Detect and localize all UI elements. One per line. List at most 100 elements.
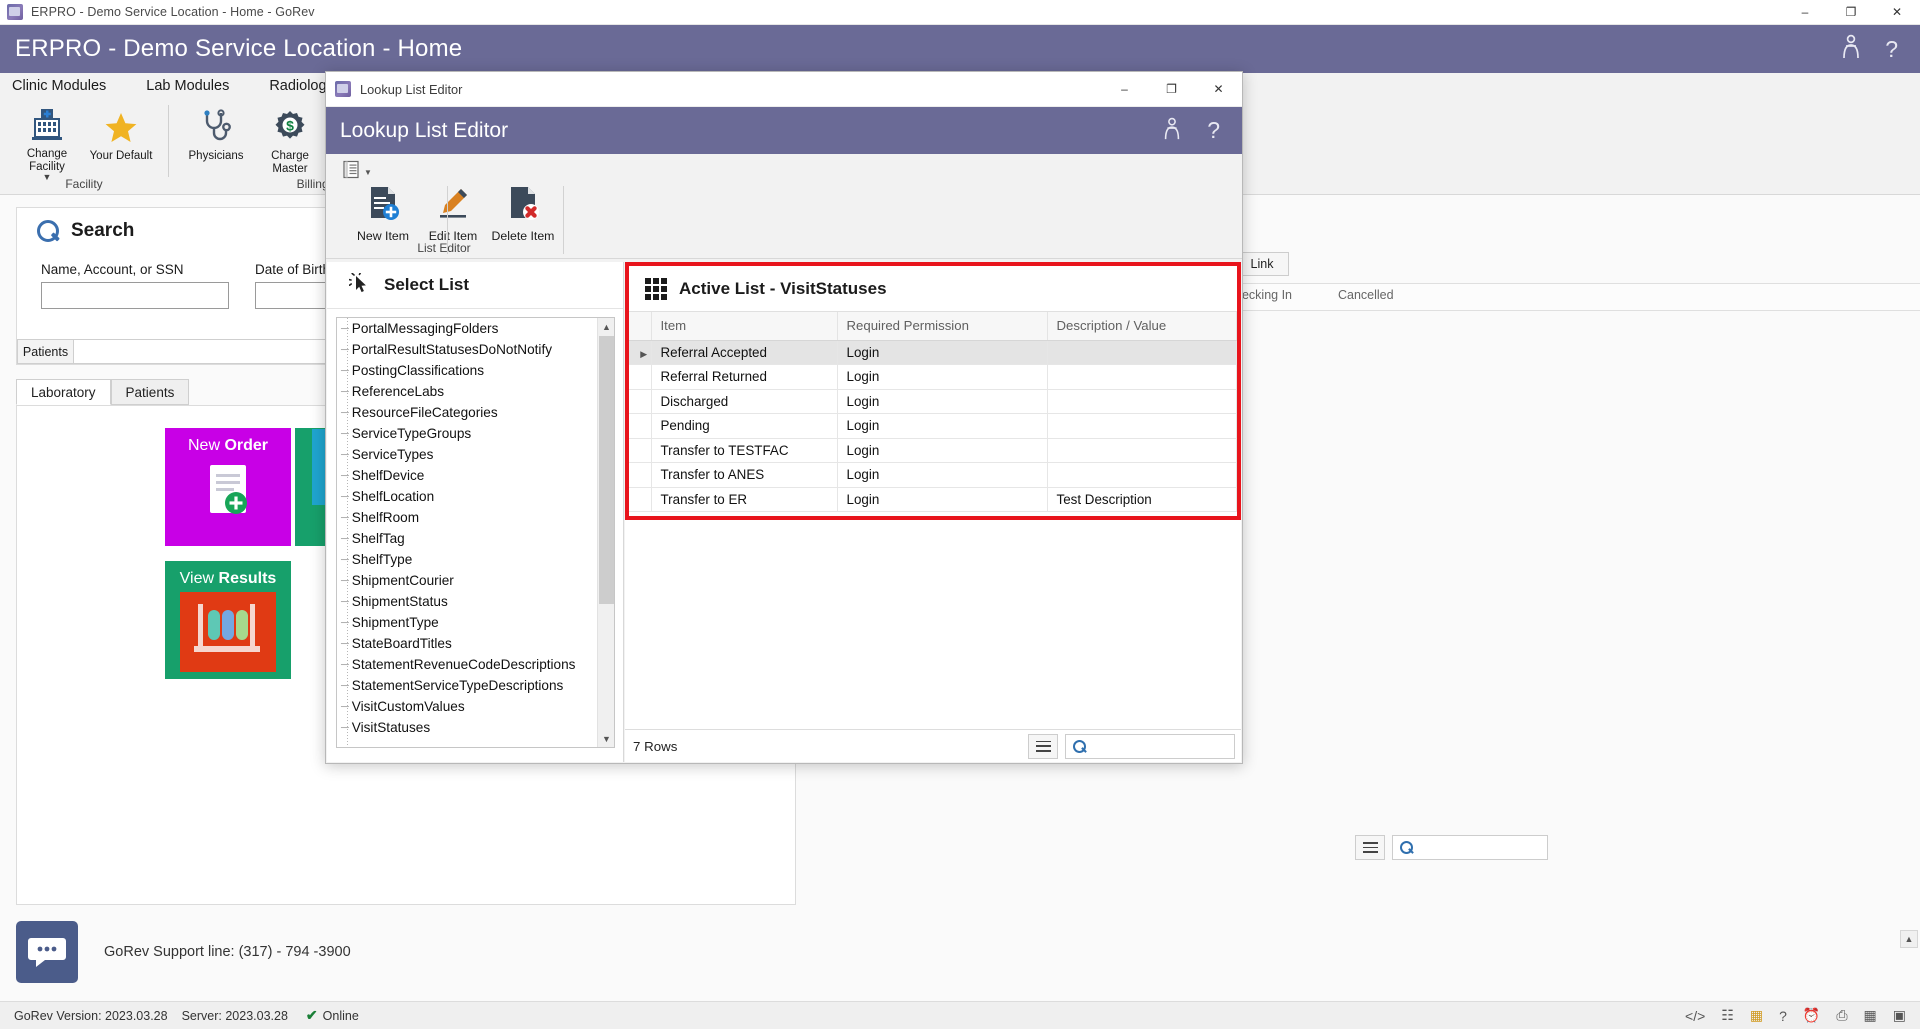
tile-new-order[interactable]: New Order [165, 428, 291, 546]
help-icon[interactable]: ? [1779, 1008, 1787, 1024]
close-button[interactable]: ✕ [1874, 0, 1920, 25]
list-item[interactable]: ─ ServiceTypeGroups [337, 423, 596, 444]
scroll-up-icon[interactable]: ▲ [1900, 930, 1918, 948]
cell-permission[interactable]: Login [837, 340, 1048, 365]
list-item[interactable]: ─ ServiceTypes [337, 444, 596, 465]
minimize-button[interactable]: – [1782, 0, 1828, 25]
cell-description[interactable] [1047, 413, 1237, 439]
list-item[interactable]: ─ PostingClassifications [337, 360, 596, 381]
table-row[interactable]: Referral Returned Login [629, 364, 1237, 390]
grid-search-input[interactable] [1065, 733, 1235, 759]
print-icon[interactable]: ⎙ [1836, 1007, 1847, 1024]
grid-icon[interactable]: ▦ [1864, 1007, 1877, 1024]
cell-item[interactable]: Referral Returned [651, 364, 838, 390]
scroll-up-icon[interactable]: ▲ [598, 318, 614, 335]
table-row[interactable]: Transfer to ER Login Test Description [629, 487, 1237, 512]
column-header-required-permission[interactable]: Required Permission [837, 312, 1048, 341]
code-icon[interactable]: </> [1685, 1008, 1705, 1024]
list-item[interactable]: ─ ShipmentCourier [337, 570, 596, 591]
list-item[interactable]: ─ ShelfRoom [337, 507, 596, 528]
cell-item[interactable]: Discharged [651, 389, 838, 414]
cell-description[interactable] [1047, 389, 1237, 414]
list-item-label: ShelfDevice [351, 468, 425, 483]
list-document-icon[interactable] [342, 160, 361, 184]
list-item[interactable]: ─ PortalMessagingFolders [337, 318, 596, 339]
list-item[interactable]: ─ PortalResultStatusesDoNotNotify [337, 339, 596, 360]
chat-bubble-icon[interactable] [16, 921, 78, 983]
list-item[interactable]: ─ ShipmentType [337, 612, 596, 633]
background-grid-search-input[interactable] [1392, 835, 1548, 860]
list-item[interactable]: ─ ShipmentStatus [337, 591, 596, 612]
maximize-button[interactable]: ❐ [1828, 0, 1874, 25]
clock-icon[interactable]: ⏰ [1803, 1007, 1820, 1024]
column-header-description-value[interactable]: Description / Value [1047, 312, 1237, 341]
change-facility-button[interactable]: Change Facility ▼ [10, 101, 84, 182]
table-row[interactable]: Discharged Login [629, 389, 1237, 414]
your-default-button[interactable]: Your Default [84, 101, 158, 177]
patients-chip[interactable]: Patients [17, 339, 74, 364]
column-header-item[interactable]: Item [651, 312, 838, 341]
list-item[interactable]: ─ ResourceFileCategories [337, 402, 596, 423]
list-item[interactable]: ─ ShelfType [337, 549, 596, 570]
cell-description[interactable] [1047, 340, 1237, 365]
cell-permission[interactable]: Login [837, 413, 1048, 439]
puzzle-icon[interactable]: ☷ [1721, 1007, 1734, 1024]
list-item[interactable]: ─ StatementServiceTypeDescriptions [337, 675, 596, 696]
scroll-down-icon[interactable]: ▼ [598, 730, 614, 747]
list-item[interactable]: ─ ReferenceLabs [337, 381, 596, 402]
cell-item[interactable]: Transfer to ER [651, 487, 838, 512]
dialog-maximize-button[interactable]: ❐ [1148, 72, 1195, 107]
table-row[interactable]: Transfer to ANES Login [629, 462, 1237, 488]
new-item-button[interactable]: New Item [348, 184, 418, 243]
table-row[interactable]: Pending Login [629, 413, 1237, 439]
background-grid-menu-button[interactable] [1355, 835, 1385, 860]
dialog-help-icon[interactable]: ? [1207, 119, 1220, 142]
list-item[interactable]: ─ StatementRevenueCodeDescriptions [337, 654, 596, 675]
cell-permission[interactable]: Login [837, 487, 1048, 512]
chevron-down-icon[interactable]: ▼ [364, 168, 372, 177]
cell-permission[interactable]: Login [837, 389, 1048, 414]
dialog-close-button[interactable]: ✕ [1195, 72, 1242, 107]
select-list-scrollbar[interactable]: ▲ ▼ [597, 318, 614, 747]
app-icon[interactable]: ▦ [1750, 1007, 1763, 1024]
dialog-minimize-button[interactable]: – [1101, 72, 1148, 107]
edit-item-button[interactable]: Edit Item [418, 184, 488, 243]
table-row[interactable]: Transfer to TESTFAC Login [629, 438, 1237, 463]
cell-item[interactable]: Pending [651, 413, 838, 439]
cell-description[interactable] [1047, 462, 1237, 488]
user-icon[interactable] [1161, 117, 1183, 145]
cell-description[interactable] [1047, 438, 1237, 463]
grid-menu-button[interactable] [1028, 733, 1058, 759]
background-column-cancelled[interactable]: Cancelled [1338, 288, 1394, 302]
cell-permission[interactable]: Login [837, 462, 1048, 488]
cell-description[interactable] [1047, 364, 1237, 390]
table-row[interactable]: ▶ Referral Accepted Login [629, 340, 1237, 365]
tab-laboratory[interactable]: Laboratory [16, 379, 111, 405]
tile-view-results[interactable]: View Results [165, 561, 291, 679]
user-icon[interactable] [1839, 34, 1863, 64]
charge-master-button[interactable]: $ Charge Master [253, 101, 327, 177]
list-item[interactable]: ─ ShelfLocation [337, 486, 596, 507]
ribbon-tab-clinic-modules[interactable]: Clinic Modules [12, 78, 106, 94]
delete-item-button[interactable]: Delete Item [488, 184, 558, 243]
cell-permission[interactable]: Login [837, 364, 1048, 390]
tab-patients[interactable]: Patients [110, 379, 190, 405]
list-item[interactable]: ─ VisitCustomValues [337, 696, 596, 717]
physicians-button[interactable]: Physicians [179, 101, 253, 177]
help-icon[interactable]: ? [1885, 37, 1898, 61]
calc-icon[interactable]: ▣ [1893, 1007, 1906, 1024]
name-account-ssn-input[interactable] [41, 282, 229, 309]
list-item[interactable]: ─ ShelfTag [337, 528, 596, 549]
cell-description[interactable]: Test Description [1047, 487, 1237, 512]
link-button[interactable]: Link [1235, 252, 1289, 276]
list-item[interactable]: ─ StateBoardTitles [337, 633, 596, 654]
list-item[interactable]: ─ VisitStatuses [337, 717, 596, 738]
ribbon-tab-lab-modules[interactable]: Lab Modules [146, 78, 229, 94]
list-item[interactable]: ─ ShelfDevice [337, 465, 596, 486]
scrollbar-thumb[interactable] [599, 336, 614, 604]
cell-permission[interactable]: Login [837, 438, 1048, 463]
cell-item[interactable]: Transfer to TESTFAC [651, 438, 838, 463]
select-list-listbox[interactable]: ─ PortalMessagingFolders ─ PortalResultSta… [336, 317, 615, 748]
cell-item[interactable]: Referral Accepted [651, 340, 838, 365]
cell-item[interactable]: Transfer to ANES [651, 462, 838, 488]
